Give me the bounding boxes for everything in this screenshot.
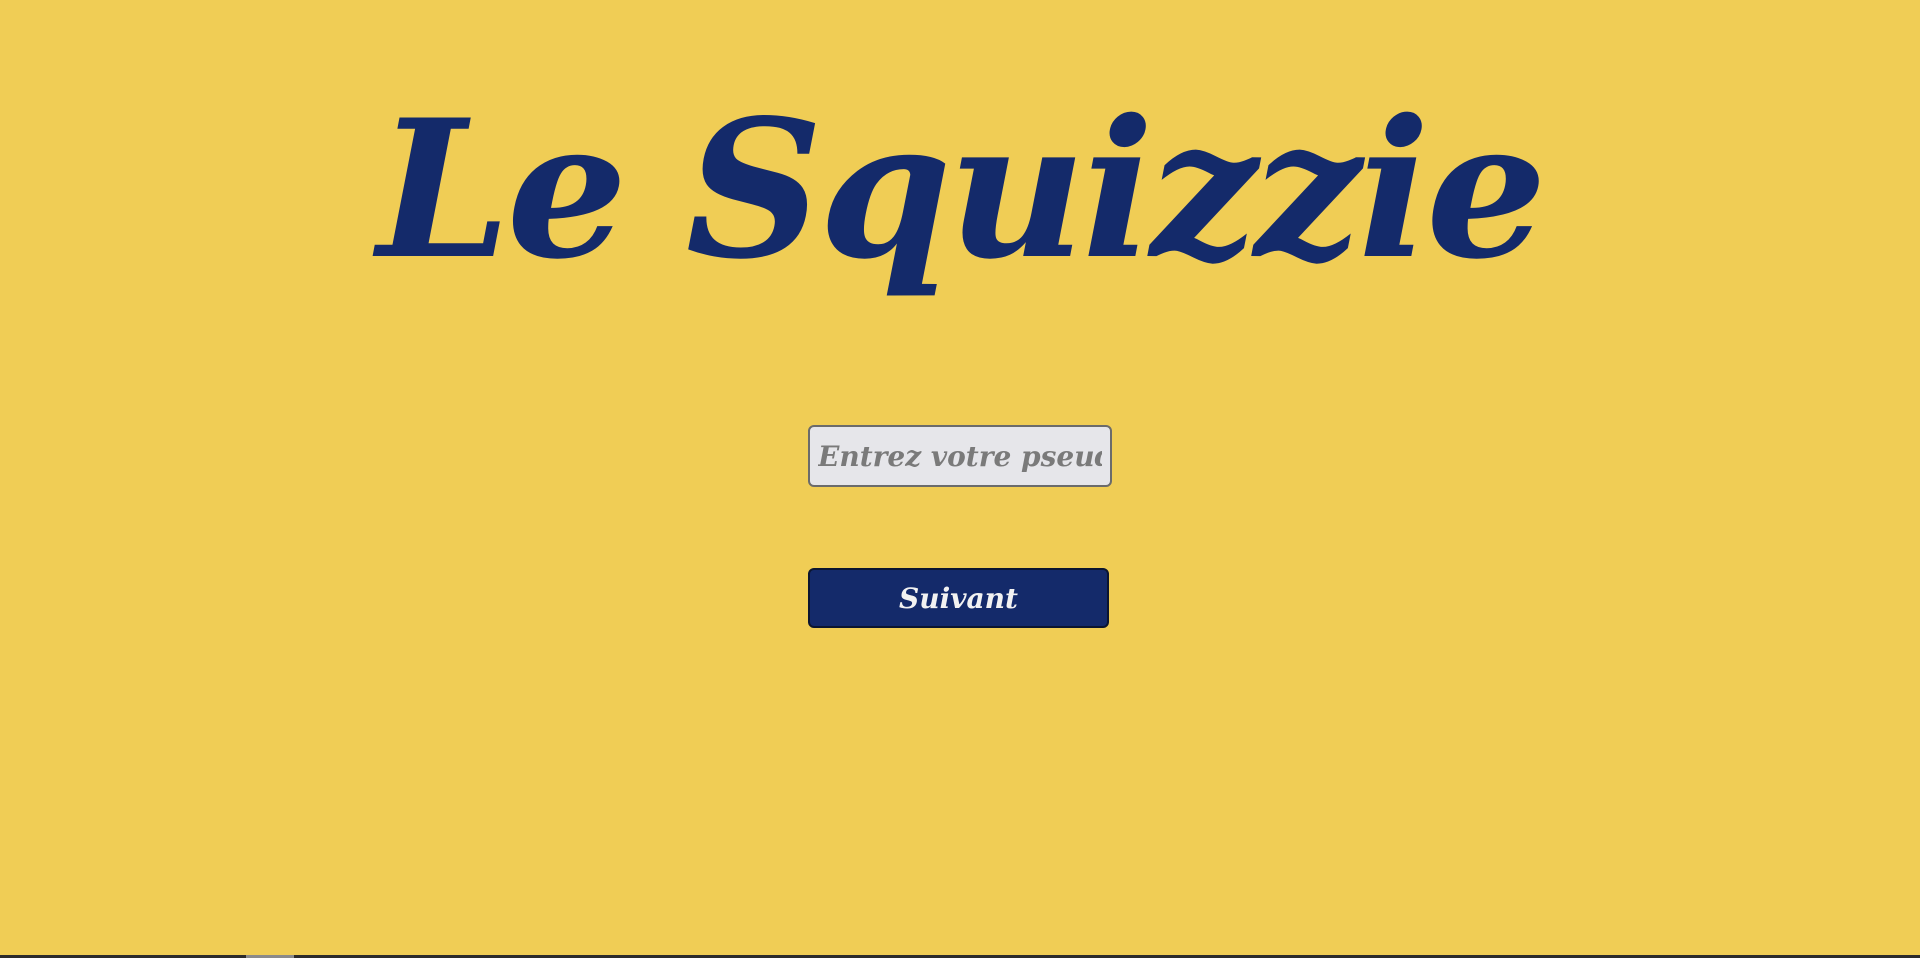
- page-title: Le Squizzie: [377, 78, 1547, 301]
- pseudo-input[interactable]: [808, 425, 1112, 487]
- next-button[interactable]: Suivant: [808, 568, 1109, 628]
